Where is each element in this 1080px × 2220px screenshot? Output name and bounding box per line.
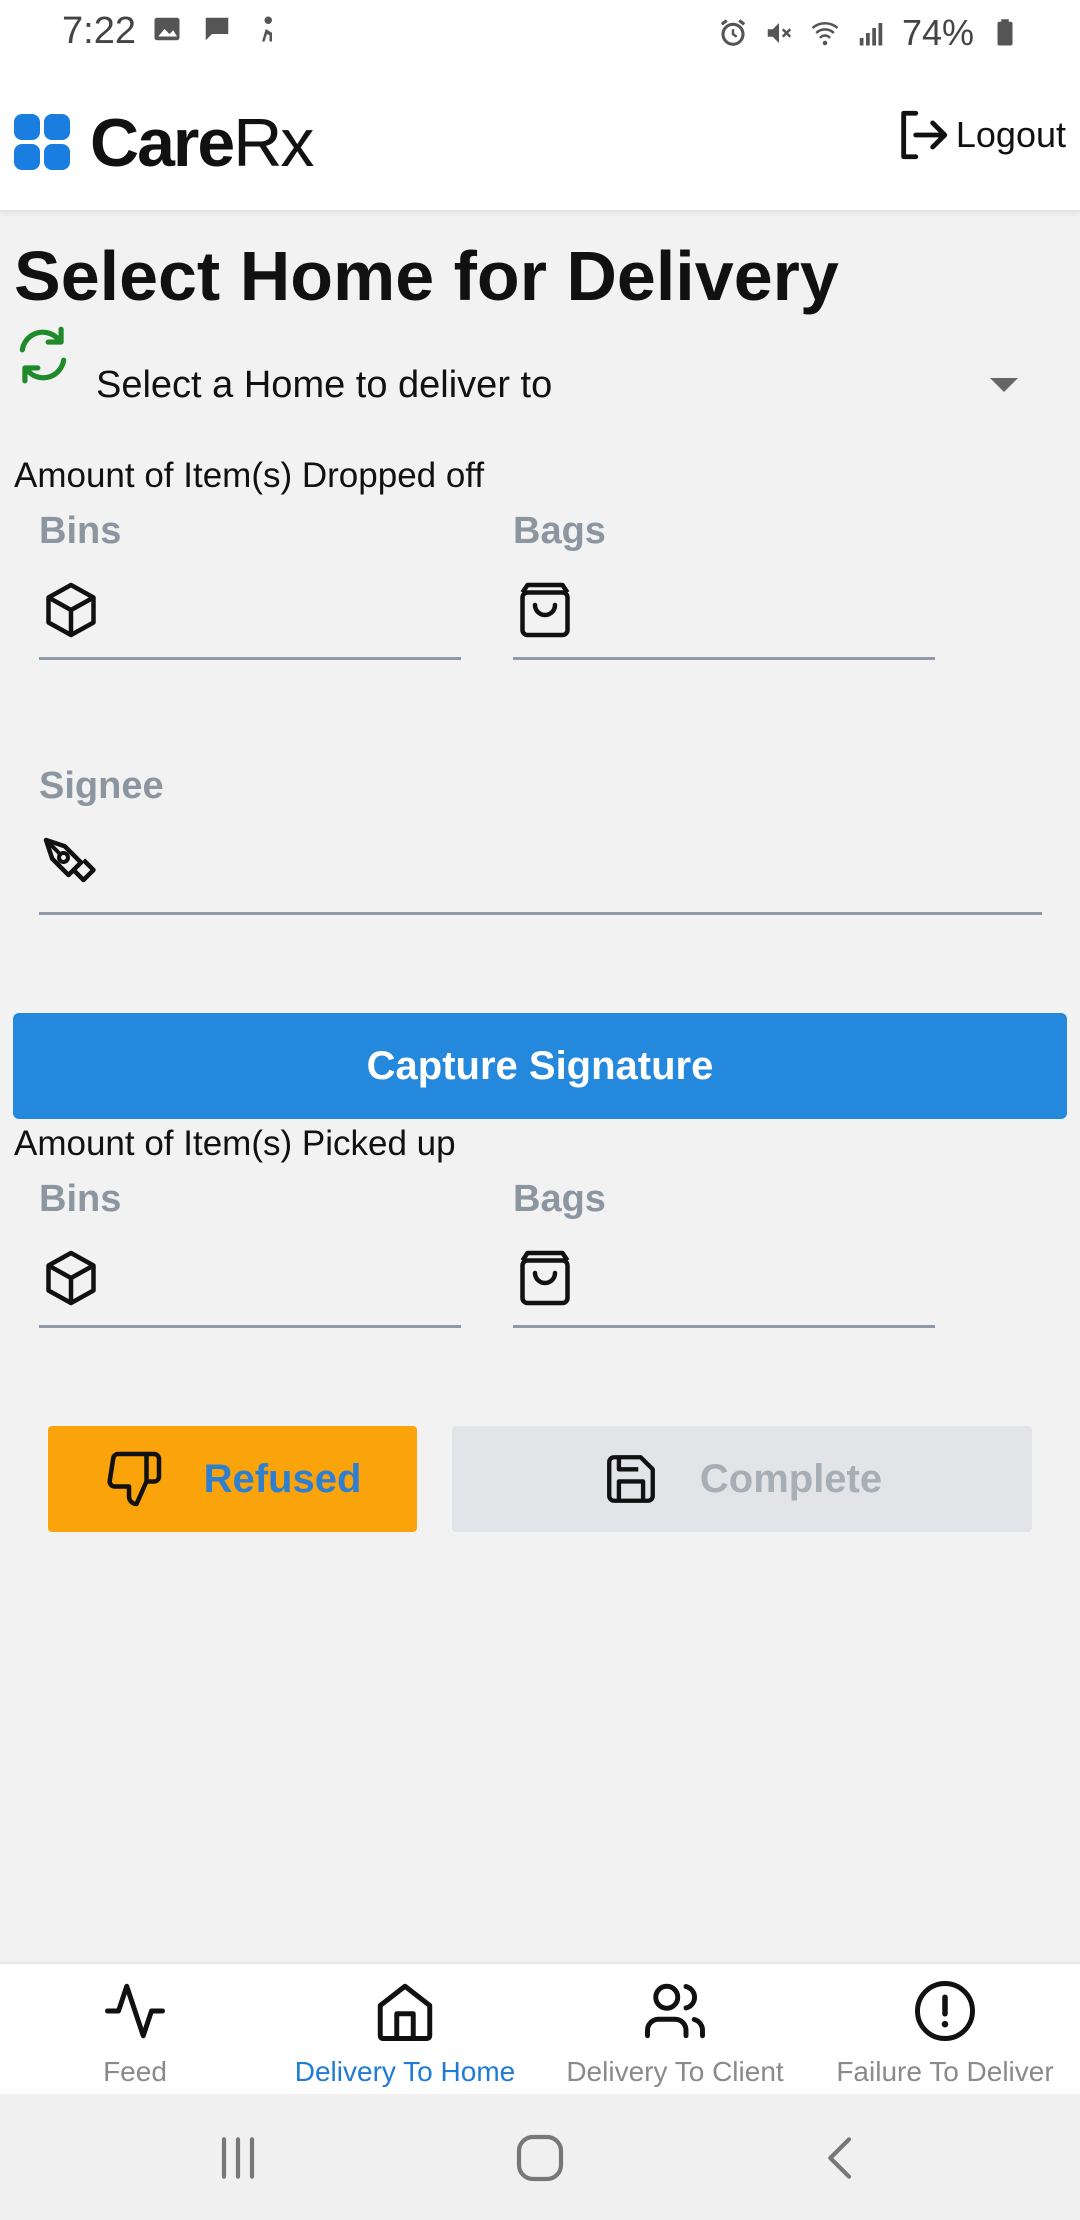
nav-delivery-to-client[interactable]: Delivery To Client	[540, 1964, 810, 2096]
users-icon	[645, 1983, 705, 2039]
carerx-logo: CareRx	[12, 104, 314, 182]
logo-mark-icon	[14, 114, 70, 170]
status-bar: 7:22 74%	[0, 0, 1080, 64]
alert-circle-icon	[915, 1981, 975, 2041]
person-icon	[262, 16, 272, 42]
nav-feed-label: Feed	[103, 2056, 167, 2087]
signee-label: Signee	[39, 765, 164, 807]
pen-tool-icon	[43, 837, 96, 883]
capture-signature-button[interactable]: Capture Signature	[13, 1013, 1067, 1119]
picked-up-label: Amount of Item(s) Picked up	[14, 1124, 456, 1163]
dropped-bins-label: Bins	[39, 510, 122, 552]
refresh-icon[interactable]	[10, 324, 76, 386]
home-select-value: Select a Home to deliver to	[96, 364, 553, 406]
refused-button[interactable]: Refused	[48, 1426, 417, 1532]
bottom-nav: Feed Delivery To Home Delivery To Client…	[0, 1962, 1080, 2096]
signee-field[interactable]: Signee	[39, 765, 1042, 915]
home-button-icon[interactable]	[512, 2130, 568, 2186]
logout-button[interactable]: Logout	[894, 106, 1066, 164]
message-icon	[205, 17, 229, 41]
nav-delivery-to-home[interactable]: Delivery To Home	[270, 1964, 540, 2096]
box-icon	[46, 1250, 96, 1306]
nav-failure-to-deliver-label: Failure To Deliver	[836, 2056, 1054, 2087]
recent-apps-icon[interactable]	[210, 2130, 266, 2186]
nav-delivery-to-client-label: Delivery To Client	[566, 2056, 784, 2087]
nav-failure-to-deliver[interactable]: Failure To Deliver	[810, 1964, 1080, 2096]
alarm-icon	[720, 19, 746, 46]
picked-bins-underline	[39, 1325, 461, 1328]
dropped-off-label: Amount of Item(s) Dropped off	[14, 456, 485, 495]
picked-bags-field[interactable]: Bags	[513, 1178, 935, 1328]
activity-icon	[105, 1983, 165, 2039]
signee-underline	[39, 912, 1042, 915]
notification-icons	[152, 14, 282, 44]
system-status-icons: 74%	[718, 12, 1020, 54]
picked-bags-underline	[513, 1325, 935, 1328]
picked-bins-label: Bins	[39, 1178, 122, 1220]
box-icon	[46, 582, 96, 638]
dropped-bins-field[interactable]: Bins	[39, 510, 461, 660]
logout-label: Logout	[955, 114, 1066, 155]
complete-label: Complete	[699, 1456, 883, 1501]
app-header: CareRx Logout	[0, 64, 1080, 212]
save-icon	[606, 1455, 655, 1503]
shopping-bag-icon	[520, 582, 570, 638]
back-icon[interactable]	[814, 2130, 870, 2186]
wifi-icon	[811, 21, 839, 46]
logo-text-bold: Care	[90, 105, 235, 181]
caret-down-icon	[990, 378, 1018, 392]
refused-label: Refused	[203, 1456, 362, 1501]
mute-icon	[767, 23, 792, 43]
shopping-bag-icon	[520, 1250, 570, 1306]
nav-feed[interactable]: Feed	[0, 1964, 270, 2096]
dropped-bags-field[interactable]: Bags	[513, 510, 935, 660]
signal-icon	[859, 23, 883, 46]
picked-bags-label: Bags	[513, 1178, 606, 1220]
logout-icon	[901, 110, 948, 160]
status-time: 7:22	[62, 10, 136, 52]
page-title: Select Home for Delivery	[14, 237, 839, 315]
dropped-bins-underline	[39, 657, 461, 660]
logo-text-rest: Rx	[233, 105, 314, 181]
home-icon	[377, 1983, 433, 2041]
picked-bins-field[interactable]: Bins	[39, 1178, 461, 1328]
logo-text: CareRx	[90, 104, 314, 182]
dropped-bags-underline	[513, 657, 935, 660]
battery-percent: 74%	[901, 12, 974, 53]
complete-button[interactable]: Complete	[452, 1426, 1032, 1532]
dropped-bags-label: Bags	[513, 510, 606, 552]
image-icon	[154, 17, 180, 41]
system-nav-bar	[0, 2094, 1080, 2220]
nav-delivery-to-home-label: Delivery To Home	[294, 2056, 516, 2087]
thumbs-down-icon	[107, 1451, 161, 1507]
home-select-dropdown[interactable]: Select a Home to deliver to	[96, 360, 1026, 420]
battery-icon	[997, 19, 1013, 46]
